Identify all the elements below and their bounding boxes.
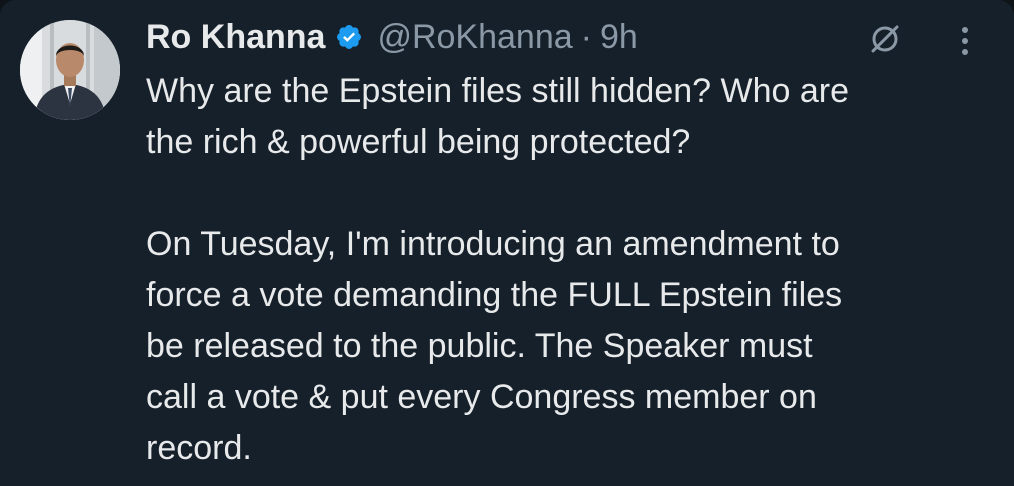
user-handle[interactable]: @RoKhanna bbox=[377, 14, 572, 60]
tweet-card[interactable]: Ro Khanna @RoKhanna · 9h Why are the Eps… bbox=[0, 0, 1014, 486]
display-name[interactable]: Ro Khanna bbox=[146, 14, 325, 60]
grok-icon[interactable] bbox=[866, 20, 904, 58]
paragraph-break bbox=[146, 168, 996, 219]
avatar[interactable] bbox=[20, 20, 120, 120]
separator-dot: · bbox=[580, 18, 592, 56]
more-vertical-icon[interactable] bbox=[958, 24, 972, 58]
verified-badge-icon bbox=[335, 23, 363, 51]
tweet-paragraph-1: Why are the Epstein files still hidden? … bbox=[146, 72, 850, 161]
tweet-header: Ro Khanna @RoKhanna · 9h bbox=[146, 14, 638, 60]
tweet-text: Why are the Epstein files still hidden? … bbox=[146, 66, 996, 474]
avatar-photo bbox=[20, 20, 120, 120]
tweet-paragraph-2: On Tuesday, I'm introducing an amendment… bbox=[146, 225, 843, 467]
timestamp[interactable]: 9h bbox=[600, 14, 638, 60]
